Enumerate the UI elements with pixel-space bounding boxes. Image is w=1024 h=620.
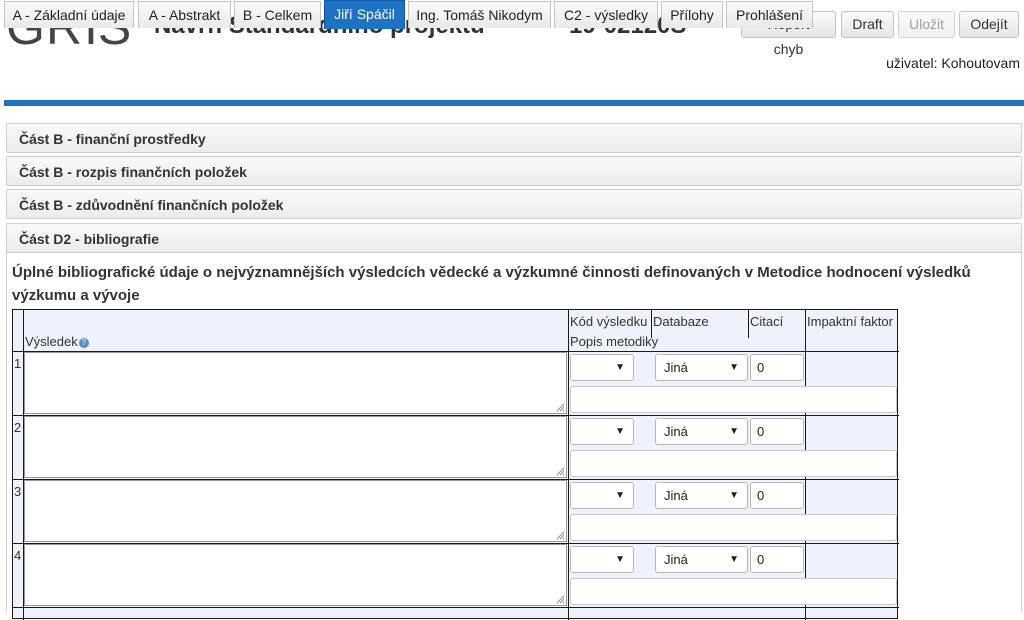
- header-code: Kód výsledku: [570, 314, 648, 329]
- resize-grip-icon[interactable]: [556, 595, 565, 604]
- database-select[interactable]: Jiná ▼: [655, 546, 748, 573]
- tab-c2-vysledky[interactable]: C2 - výsledky: [554, 1, 658, 28]
- result-textarea[interactable]: [24, 352, 567, 414]
- dropdown-arrow-icon: ▼: [729, 554, 739, 565]
- table-divider: [13, 607, 899, 608]
- tab-underline: [4, 100, 1024, 106]
- dropdown-arrow-icon: ▼: [615, 362, 625, 373]
- section-description: Úplné bibliografické údaje o nejvýznamně…: [12, 264, 971, 304]
- help-icon[interactable]: ?: [78, 337, 89, 348]
- draft-button[interactable]: Draft: [841, 11, 894, 38]
- header-citations: Citací: [750, 314, 784, 329]
- citations-input[interactable]: 0: [750, 546, 804, 573]
- select-value: Jiná: [664, 488, 688, 503]
- dropdown-arrow-icon: ▼: [615, 554, 625, 565]
- header-database: Databaze: [653, 314, 709, 329]
- save-button[interactable]: Uložit: [898, 11, 955, 38]
- result-code-select[interactable]: ▼: [570, 482, 634, 509]
- citations-input[interactable]: 0: [750, 418, 804, 445]
- table-divider: [568, 310, 569, 620]
- dropdown-arrow-icon: ▼: [729, 362, 739, 373]
- user-label: uživatel: Kohoutovam: [886, 55, 1020, 71]
- tab-prohlaseni[interactable]: Prohlášení: [726, 1, 813, 28]
- select-value: Jiná: [664, 360, 688, 375]
- tab-tomas-nikodym[interactable]: Ing. Tomáš Nikodym: [408, 1, 551, 28]
- result-code-select[interactable]: ▼: [570, 546, 634, 573]
- tab-zakladni-udaje[interactable]: A - Základní údaje: [4, 1, 134, 28]
- resize-grip-icon[interactable]: [556, 531, 565, 540]
- result-code-select[interactable]: ▼: [570, 418, 634, 445]
- tab-celkem[interactable]: B - Celkem: [234, 1, 321, 28]
- resize-grip-icon[interactable]: [556, 403, 565, 412]
- resize-grip-icon[interactable]: [556, 467, 565, 476]
- accordion-zduvodneni-polozek[interactable]: Část B - zdůvodnění finančních položek: [6, 189, 1022, 219]
- results-table: Výsledek? Kód výsledku Databaze Citací I…: [12, 309, 899, 620]
- dropdown-arrow-icon: ▼: [729, 426, 739, 437]
- row-number: 3: [14, 484, 22, 499]
- method-input[interactable]: [570, 450, 897, 477]
- citations-input[interactable]: 0: [750, 354, 804, 381]
- dropdown-arrow-icon: ▼: [615, 490, 625, 501]
- select-value: Jiná: [664, 424, 688, 439]
- header-result: Výsledek?: [25, 334, 89, 349]
- method-input[interactable]: [570, 578, 897, 605]
- accordion-rozpis-polozek[interactable]: Část B - rozpis finančních položek: [6, 156, 1022, 186]
- dropdown-arrow-icon: ▼: [615, 426, 625, 437]
- database-select[interactable]: Jiná ▼: [655, 482, 748, 509]
- accordion-bibliografie[interactable]: Část D2 - bibliografie: [6, 223, 1022, 253]
- table-divider: [748, 310, 749, 338]
- result-textarea[interactable]: [24, 416, 567, 478]
- tab-prilohy[interactable]: Přílohy: [661, 1, 723, 28]
- method-input[interactable]: [570, 514, 897, 541]
- dropdown-arrow-icon: ▼: [729, 490, 739, 501]
- result-code-select[interactable]: ▼: [570, 354, 634, 381]
- method-input[interactable]: [570, 386, 897, 413]
- row-number: 1: [14, 356, 22, 371]
- result-textarea[interactable]: [24, 480, 567, 542]
- row-number: 4: [14, 548, 22, 563]
- header-impact-factor: Impaktní faktor: [807, 314, 893, 329]
- database-select[interactable]: Jiná ▼: [655, 418, 748, 445]
- citations-input[interactable]: 0: [750, 482, 804, 509]
- header-result-label: Výsledek: [25, 334, 78, 349]
- result-textarea[interactable]: [24, 544, 567, 606]
- logout-button[interactable]: Odejít: [959, 11, 1019, 38]
- accordion-financni-prostredky[interactable]: Část B - finanční prostředky: [6, 123, 1022, 153]
- database-select[interactable]: Jiná ▼: [655, 354, 748, 381]
- tab-abstrakt[interactable]: A - Abstrakt: [138, 1, 231, 28]
- tab-jiri-spacil[interactable]: Jiří Spáčil: [324, 0, 405, 29]
- row-number: 2: [14, 420, 22, 435]
- header-method: Popis metodiky: [570, 334, 659, 349]
- select-value: Jiná: [664, 552, 688, 567]
